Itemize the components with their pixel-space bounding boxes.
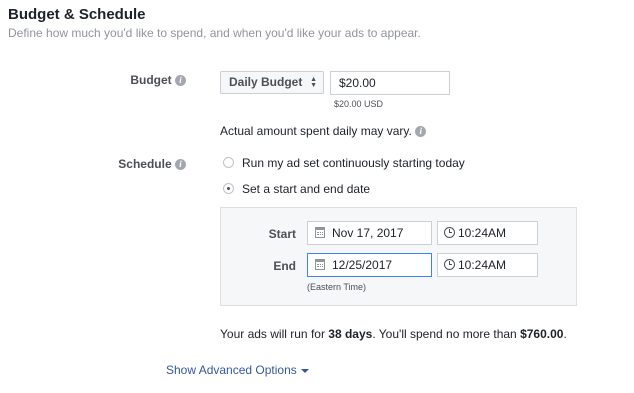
section-title: Budget & Schedule [8, 6, 146, 23]
clock-icon [444, 227, 455, 238]
radio-run-continuously-label[interactable]: Run my ad set continuously starting toda… [242, 156, 465, 170]
start-date-input[interactable]: Nov 17, 2017 [307, 221, 432, 245]
budget-amount-input[interactable]: $20.00 [330, 71, 450, 95]
budget-amount-value: $20.00 [339, 76, 376, 90]
show-advanced-options-link[interactable]: Show Advanced Options [166, 363, 309, 377]
end-time-input[interactable]: 10:24AM [437, 253, 538, 277]
caret-down-icon [300, 368, 309, 373]
variance-text: Actual amount spent daily may vary. [220, 124, 412, 138]
section-subtitle: Define how much you'd like to spend, and… [8, 26, 421, 40]
budget-label: Budget i [106, 73, 186, 87]
radio-start-end-date-label[interactable]: Set a start and end date [242, 182, 370, 196]
end-label: End [273, 259, 296, 273]
end-time-value: 10:24AM [458, 258, 507, 272]
clock-icon [444, 259, 455, 270]
calendar-icon [315, 227, 325, 238]
budget-label-text: Budget [130, 73, 172, 87]
start-time-value: 10:24AM [458, 226, 507, 240]
info-icon[interactable]: i [415, 126, 427, 138]
advanced-link-text: Show Advanced Options [166, 363, 297, 377]
start-date-value: Nov 17, 2017 [332, 226, 404, 240]
dropdown-arrows-icon: ▲ ▼ [310, 76, 317, 89]
end-date-value: 12/25/2017 [332, 258, 393, 272]
start-time-input[interactable]: 10:24AM [437, 221, 538, 245]
summary-prefix: Your ads will run for [220, 327, 329, 341]
timezone-note: (Eastern Time) [307, 282, 367, 292]
info-icon[interactable]: i [175, 75, 186, 87]
summary-middle: . You'll spend no more than [372, 327, 521, 341]
radio-run-continuously[interactable] [223, 157, 234, 168]
budget-variance-note: Actual amount spent daily may vary. i [220, 124, 427, 138]
schedule-label: Schedule i [106, 157, 186, 171]
budget-type-value: Daily Budget [229, 75, 303, 89]
budget-type-dropdown[interactable]: Daily Budget ▲ ▼ [220, 71, 324, 94]
summary-amount: $760.00 [520, 327, 564, 341]
end-date-input[interactable]: 12/25/2017 [307, 253, 432, 277]
budget-currency-note: $20.00 USD [334, 99, 384, 109]
start-label: Start [268, 227, 296, 241]
summary-days: 38 days [328, 327, 373, 341]
schedule-label-text: Schedule [118, 157, 172, 171]
summary-suffix: . [563, 327, 567, 341]
info-icon[interactable]: i [175, 159, 186, 171]
calendar-icon [315, 259, 325, 270]
schedule-summary: Your ads will run for 38 days. You'll sp… [220, 327, 567, 341]
radio-start-end-date[interactable] [223, 183, 234, 194]
